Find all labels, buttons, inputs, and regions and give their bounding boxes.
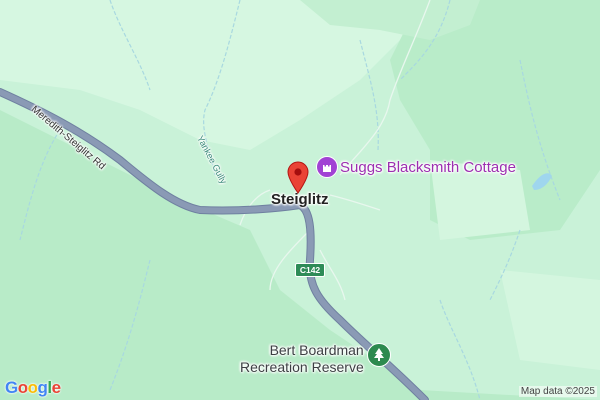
poi-label[interactable]: Suggs Blacksmith Cottage <box>340 159 516 176</box>
google-logo[interactable]: Google <box>5 378 61 398</box>
reserve-label-line1: Bert Boardman <box>269 342 364 358</box>
tree-icon[interactable] <box>367 343 391 367</box>
cleared-patch-south <box>500 270 600 370</box>
map-attribution[interactable]: Map data ©2025 <box>518 386 597 397</box>
map-pin-icon[interactable] <box>286 160 310 199</box>
reserve-label[interactable]: Bert Boardman Recreation Reserve <box>240 342 364 376</box>
reserve-label-line2: Recreation Reserve <box>240 359 364 375</box>
route-shield: C142 <box>295 263 325 277</box>
map-canvas[interactable]: Meredith-Steiglitz Rd Yankee Gully Suggs… <box>0 0 600 400</box>
castle-icon[interactable] <box>316 156 338 178</box>
